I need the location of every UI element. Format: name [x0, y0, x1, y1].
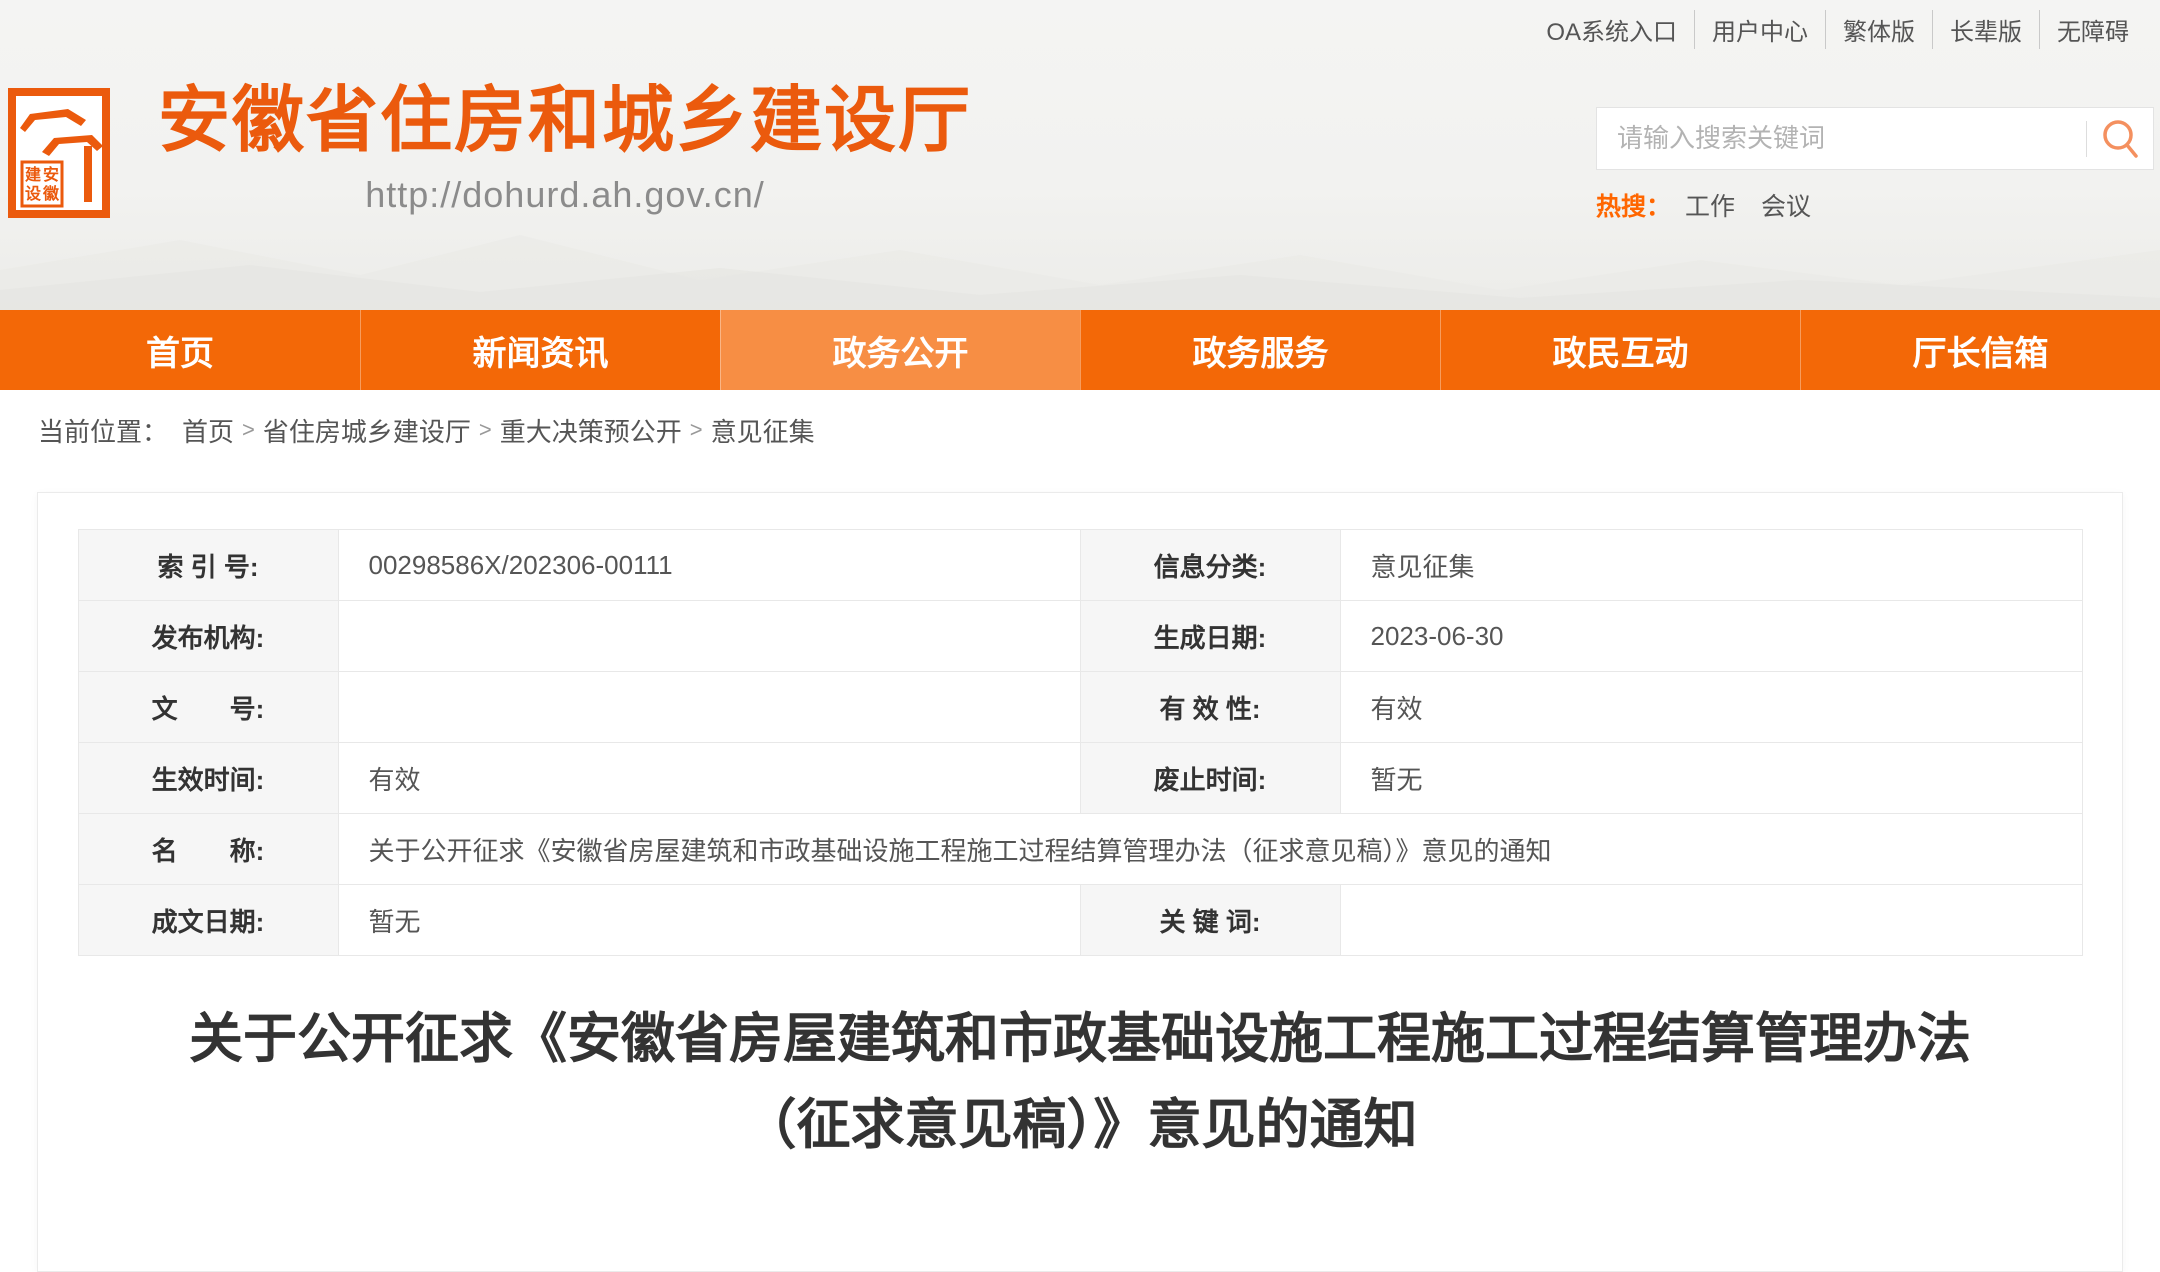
seal-char: 建: [25, 166, 41, 184]
table-row: 索 引 号: 00298586X/202306-00111 信息分类: 意见征集: [78, 530, 2082, 601]
table-row: 生效时间: 有效 废止时间: 暂无: [78, 743, 2082, 814]
table-value-publisher: [338, 601, 1080, 672]
table-label-keywords: 关 键 词:: [1080, 885, 1340, 956]
table-value-written-date: 暂无: [338, 885, 1080, 956]
seal-char: 徽: [42, 184, 60, 203]
search-area: 热搜： 工作 会议: [1596, 107, 2154, 223]
table-label-document-number: 文 号:: [78, 672, 338, 743]
table-value-generation-date: 2023-06-30: [1340, 601, 2082, 672]
toplink-elder-version[interactable]: 长辈版: [1932, 10, 2039, 49]
hot-search: 热搜： 工作 会议: [1596, 187, 2154, 223]
article-title: 关于公开征求《安徽省房屋建筑和市政基础设施工程施工过程结算管理办法（征求意见稿）…: [140, 996, 2020, 1169]
breadcrumb-separator: >: [242, 417, 255, 443]
nav-item-director-mailbox[interactable]: 厅长信箱: [1800, 310, 2160, 390]
table-label-abolition-time: 废止时间:: [1080, 743, 1340, 814]
seal-char: 安: [43, 165, 59, 184]
site-banner: OA系统入口 用户中心 繁体版 长辈版 无障碍 建 安 设 徽 安徽省住房和城乡…: [0, 0, 2160, 310]
top-utility-links: OA系统入口 用户中心 繁体版 长辈版 无障碍: [1529, 10, 2146, 49]
table-value-info-category: 意见征集: [1340, 530, 2082, 601]
search-input[interactable]: [1597, 123, 2086, 154]
hot-search-term-meeting[interactable]: 会议: [1761, 187, 1811, 223]
nav-item-gov-services[interactable]: 政务服务: [1080, 310, 1440, 390]
content-panel: 索 引 号: 00298586X/202306-00111 信息分类: 意见征集…: [37, 492, 2123, 1272]
nav-item-public-interaction[interactable]: 政民互动: [1440, 310, 1800, 390]
site-url: http://dohurd.ah.gov.cn/: [158, 174, 972, 216]
table-label-index-number: 索 引 号:: [78, 530, 338, 601]
breadcrumb-prefix: 当前位置：: [38, 412, 168, 449]
table-value-validity: 有效: [1340, 672, 2082, 743]
toplink-oa-entry[interactable]: OA系统入口: [1529, 10, 1694, 49]
table-value-document-number: [338, 672, 1080, 743]
table-value-name: 关于公开征求《安徽省房屋建筑和市政基础设施工程施工过程结算管理办法（征求意见稿）…: [338, 814, 2082, 885]
meta-table: 索 引 号: 00298586X/202306-00111 信息分类: 意见征集…: [78, 529, 2083, 956]
table-label-publisher: 发布机构:: [78, 601, 338, 672]
breadcrumb-opinion-collection[interactable]: 意见征集: [711, 412, 815, 449]
table-value-index-number: 00298586X/202306-00111: [338, 530, 1080, 601]
site-identity: 安徽省住房和城乡建设厅 http://dohurd.ah.gov.cn/: [158, 84, 972, 216]
site-logo-seal-icon[interactable]: 建 安 设 徽: [8, 88, 110, 218]
table-label-effective-time: 生效时间:: [78, 743, 338, 814]
search-box: [1596, 107, 2154, 170]
toplink-user-center[interactable]: 用户中心: [1694, 10, 1825, 49]
table-label-info-category: 信息分类:: [1080, 530, 1340, 601]
breadcrumb-department[interactable]: 省住房城乡建设厅: [263, 412, 471, 449]
breadcrumb-home[interactable]: 首页: [182, 412, 234, 449]
table-label-validity: 有 效 性:: [1080, 672, 1340, 743]
table-row: 名 称: 关于公开征求《安徽省房屋建筑和市政基础设施工程施工过程结算管理办法（征…: [78, 814, 2082, 885]
hot-search-label: 热搜：: [1596, 187, 1671, 223]
table-label-written-date: 成文日期:: [78, 885, 338, 956]
breadcrumb-major-policy-pre-disclosure[interactable]: 重大决策预公开: [500, 412, 682, 449]
search-button[interactable]: [2087, 108, 2153, 169]
main-navigation: 首页 新闻资讯 政务公开 政务服务 政民互动 厅长信箱: [0, 310, 2160, 390]
search-icon: [2100, 118, 2140, 160]
nav-item-gov-disclosure[interactable]: 政务公开: [720, 310, 1080, 390]
toplink-accessibility[interactable]: 无障碍: [2039, 10, 2146, 49]
breadcrumb-separator: >: [479, 417, 492, 443]
breadcrumb-separator: >: [690, 417, 703, 443]
nav-item-home[interactable]: 首页: [0, 310, 360, 390]
site-title[interactable]: 安徽省住房和城乡建设厅: [158, 84, 972, 160]
table-label-name: 名 称:: [78, 814, 338, 885]
nav-item-news[interactable]: 新闻资讯: [360, 310, 720, 390]
table-row: 文 号: 有 效 性: 有效: [78, 672, 2082, 743]
seal-char: 设: [25, 185, 42, 203]
table-row: 发布机构: 生成日期: 2023-06-30: [78, 601, 2082, 672]
table-value-abolition-time: 暂无: [1340, 743, 2082, 814]
table-label-generation-date: 生成日期:: [1080, 601, 1340, 672]
breadcrumb: 当前位置： 首页 > 省住房城乡建设厅 > 重大决策预公开 > 意见征集: [0, 390, 2160, 470]
toplink-traditional-chinese[interactable]: 繁体版: [1825, 10, 1932, 49]
table-row: 成文日期: 暂无 关 键 词:: [78, 885, 2082, 956]
table-value-keywords: [1340, 885, 2082, 956]
hot-search-term-work[interactable]: 工作: [1685, 187, 1735, 223]
table-value-effective-time: 有效: [338, 743, 1080, 814]
